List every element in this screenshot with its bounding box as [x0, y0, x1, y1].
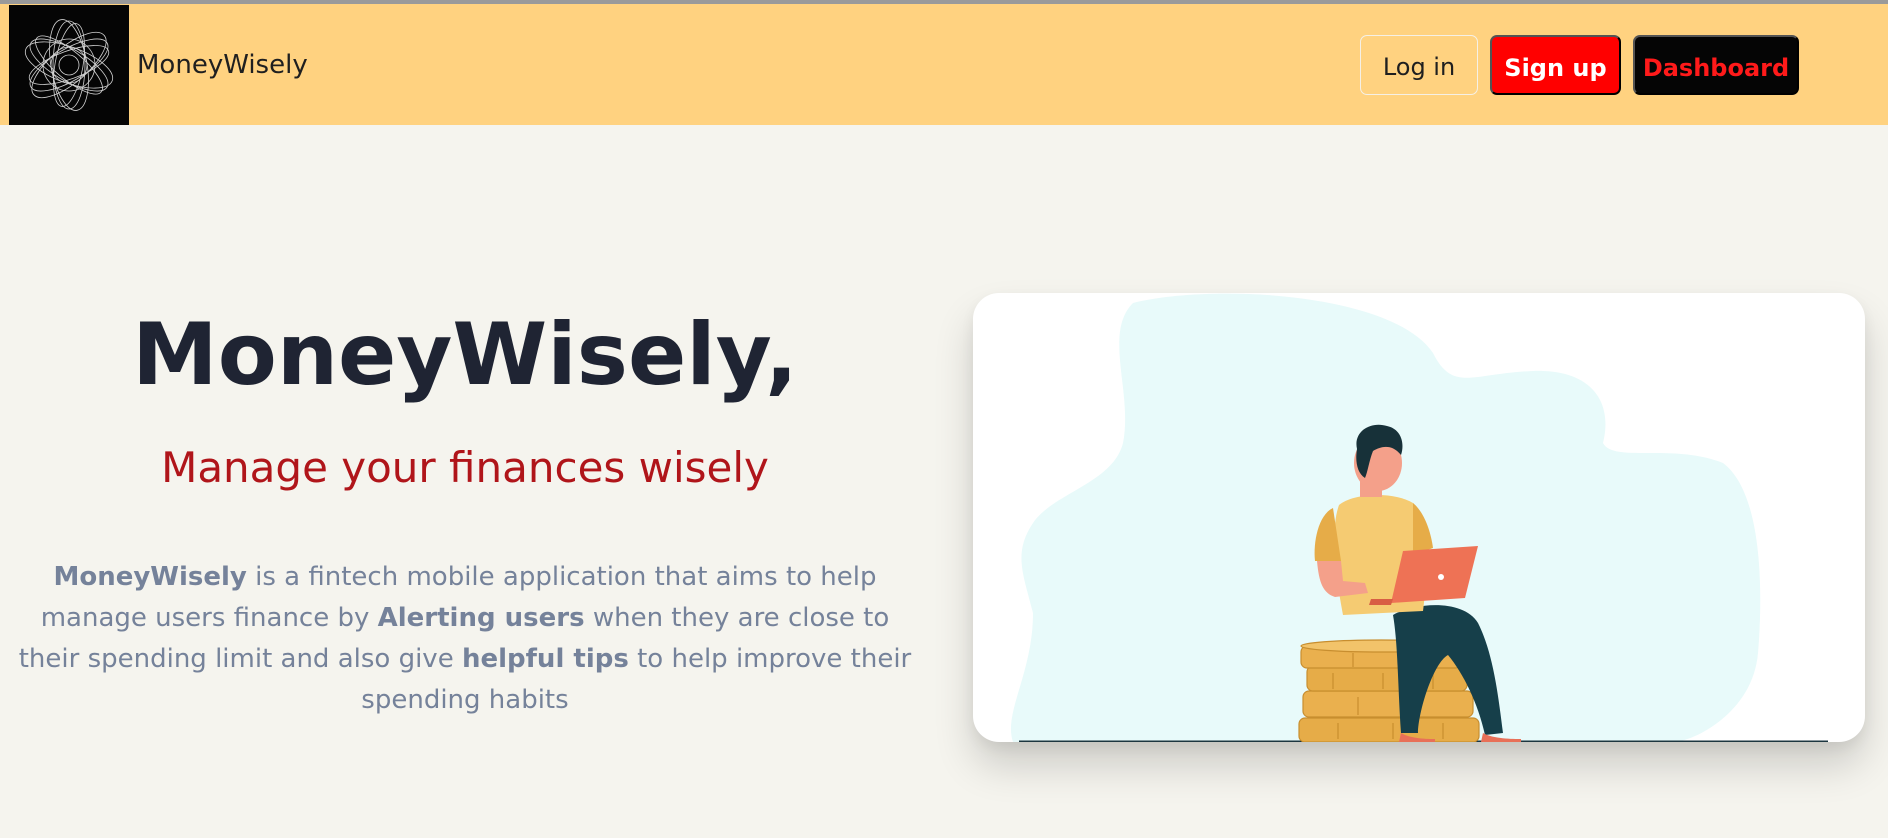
- signup-button[interactable]: Sign up: [1490, 35, 1621, 95]
- brand-name[interactable]: MoneyWisely: [137, 49, 308, 81]
- dashboard-button[interactable]: Dashboard: [1633, 35, 1799, 95]
- login-button[interactable]: Log in: [1360, 35, 1478, 95]
- description-bold-brand: MoneyWisely: [53, 562, 247, 592]
- hero-subtitle: Manage your finances wisely: [161, 443, 769, 492]
- person-with-laptop-on-coins-illustration: [1010, 293, 1828, 742]
- description-bold-alerting: Alerting users: [377, 603, 585, 633]
- hero-title: MoneyWisely,: [132, 305, 798, 405]
- navbar: MoneyWisely Log in Sign up Dashboard: [0, 4, 1888, 125]
- description-bold-tips: helpful tips: [461, 644, 629, 674]
- hero-illustration-card: [973, 293, 1865, 742]
- hero-description: MoneyWisely is a fintech mobile applicat…: [10, 557, 920, 721]
- logo-icon[interactable]: [9, 5, 129, 125]
